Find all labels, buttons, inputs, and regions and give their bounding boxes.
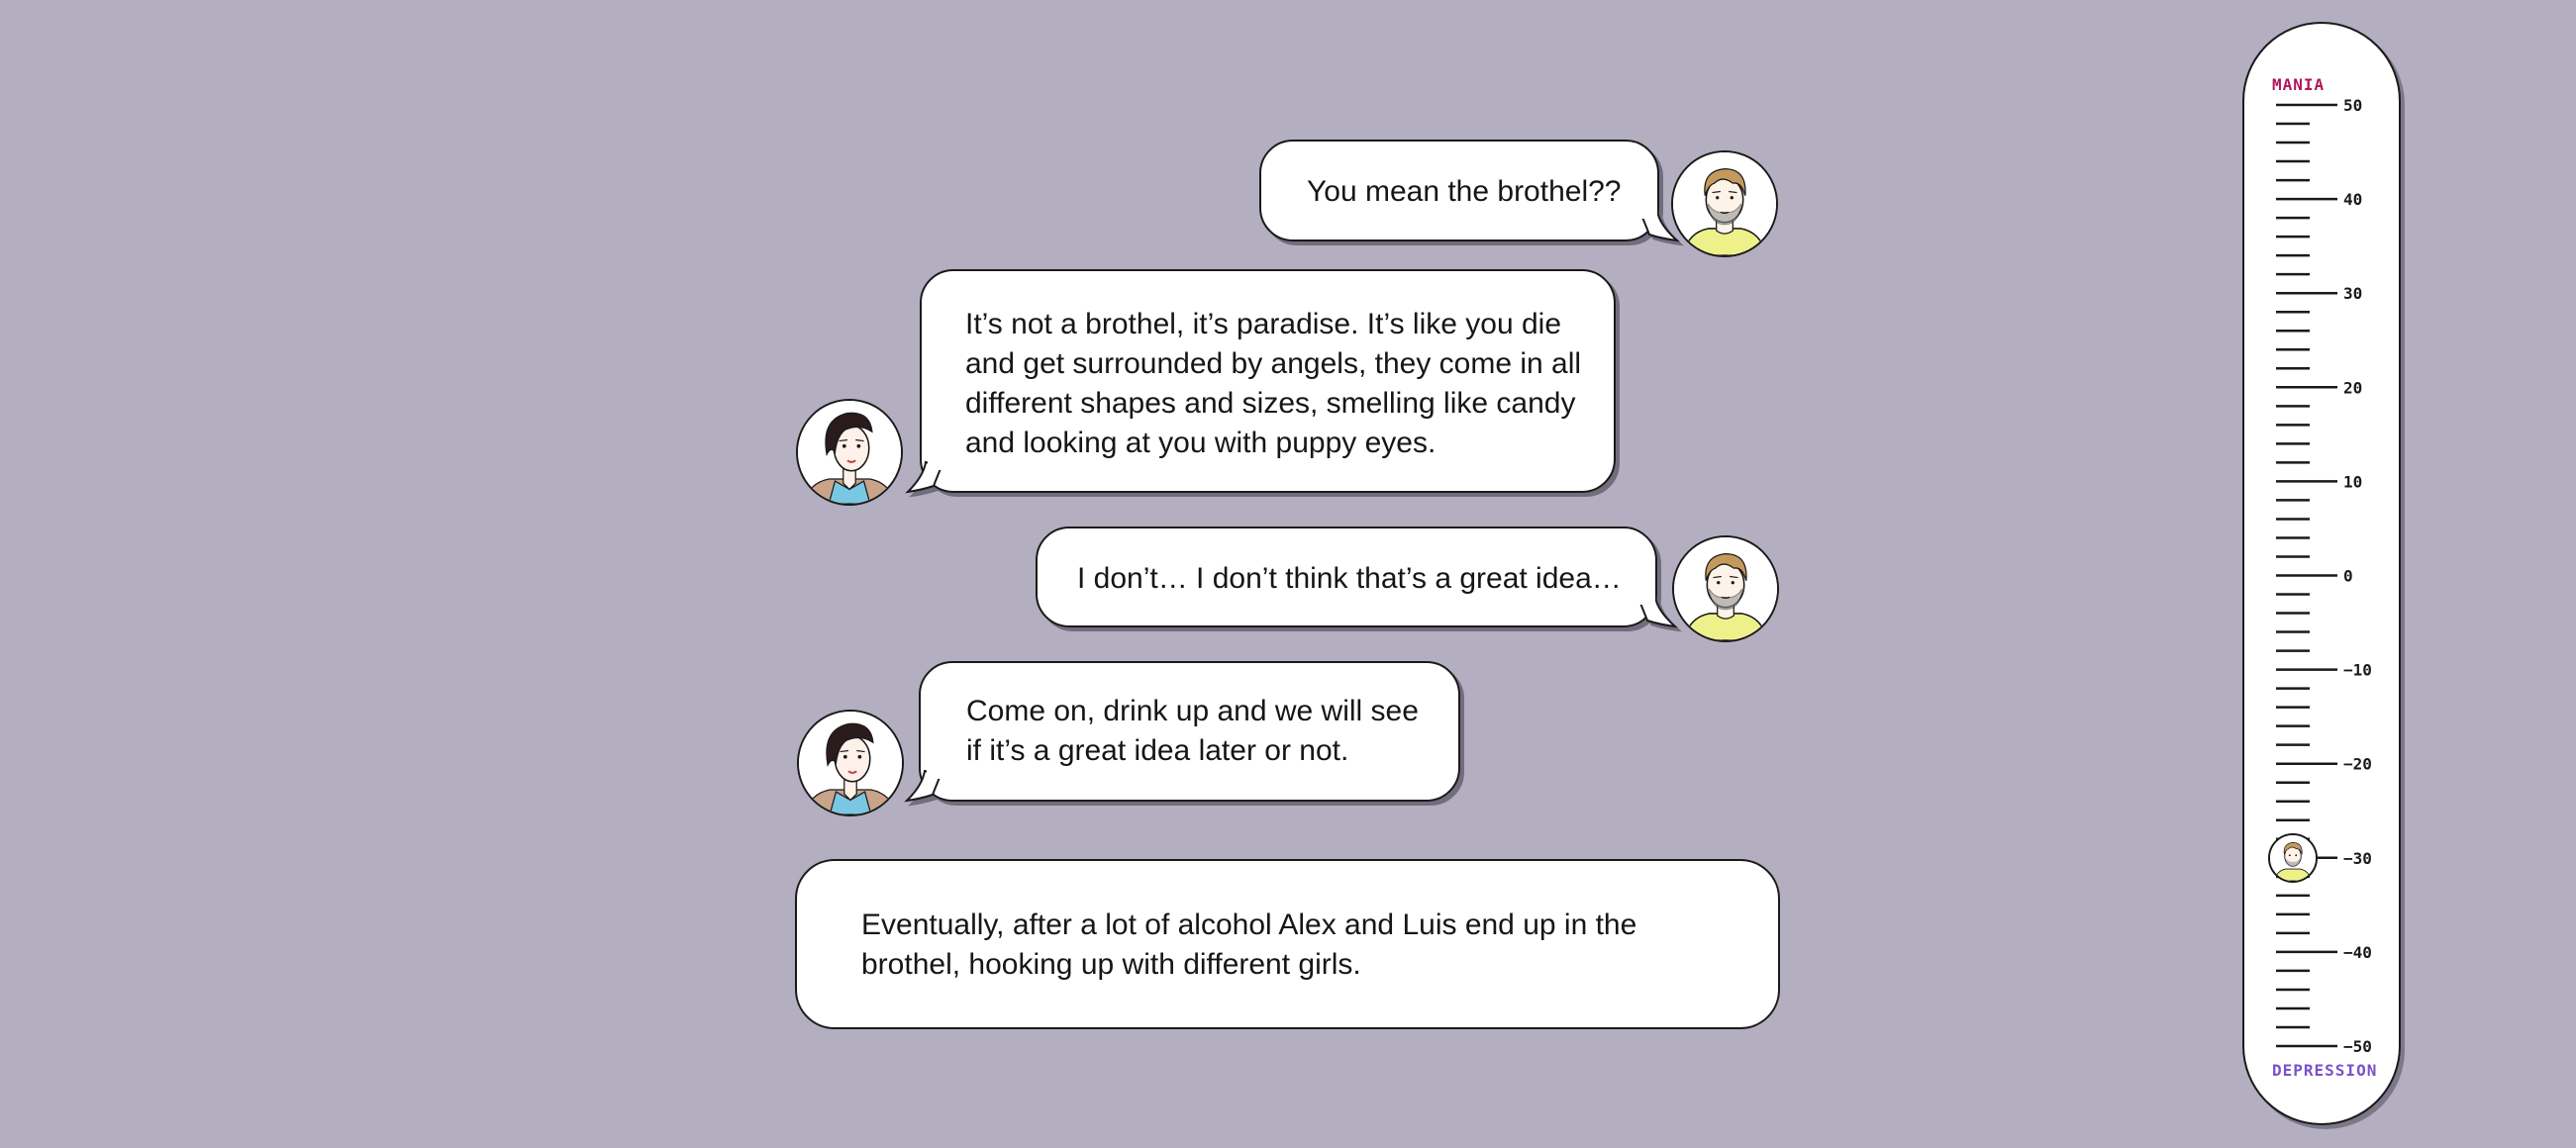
man-avatar-icon [1671,150,1778,257]
man-avatar-icon [2268,832,2318,883]
tick-label: 40 [2343,190,2362,209]
tick-label: −40 [2343,943,2372,962]
bubble-tail-left [904,769,946,803]
chat-message-text: Come on, drink up and we will see if it’… [966,695,1419,767]
woman-avatar-icon [797,710,904,816]
mood-meter: MANIA 50 40 30 20 10 0 −10 −20 −30 −40 −50 DEPRESS… [2242,22,2401,1125]
bubble-tail-right [1635,595,1679,628]
tick-label: −50 [2343,1037,2372,1056]
meter-scale: 50 40 30 20 10 0 −10 −20 −30 −40 −50 [2276,96,2372,1056]
chat-bubble-3: I don’t… I don’t think that’s a great id… [1036,526,1679,628]
chat-message-text: It’s not a brothel, it’s paradise. It’s … [965,308,1582,459]
tick-label: 50 [2343,96,2362,115]
narration-box: Eventually, after a lot of alcohol Alex … [795,859,1780,1029]
chat-message-text: I don’t… I don’t think that’s a great id… [1077,562,1622,595]
tick-label: −30 [2343,849,2372,868]
tick-label: 0 [2343,567,2353,586]
tick-label: −20 [2343,755,2372,774]
tick-label: 20 [2343,378,2362,397]
man-avatar-icon [1672,535,1779,642]
meter-bottom-label: DEPRESSION [2272,1061,2378,1080]
bubble-tail-left [905,460,947,494]
woman-avatar-icon [796,399,903,506]
tick-label: 10 [2343,472,2362,491]
chat-bubble-2: It’s not a brothel, it’s paradise. It’s … [905,269,1616,494]
chat-bubble-4: Come on, drink up and we will see if it’… [904,661,1460,803]
tick-label: 30 [2343,284,2362,303]
narration-text: Eventually, after a lot of alcohol Alex … [861,909,1637,981]
chat-message-text: You mean the brothel?? [1307,175,1622,208]
tick-label: −10 [2343,661,2372,680]
chat-bubble-1: You mean the brothel?? [1259,140,1681,242]
